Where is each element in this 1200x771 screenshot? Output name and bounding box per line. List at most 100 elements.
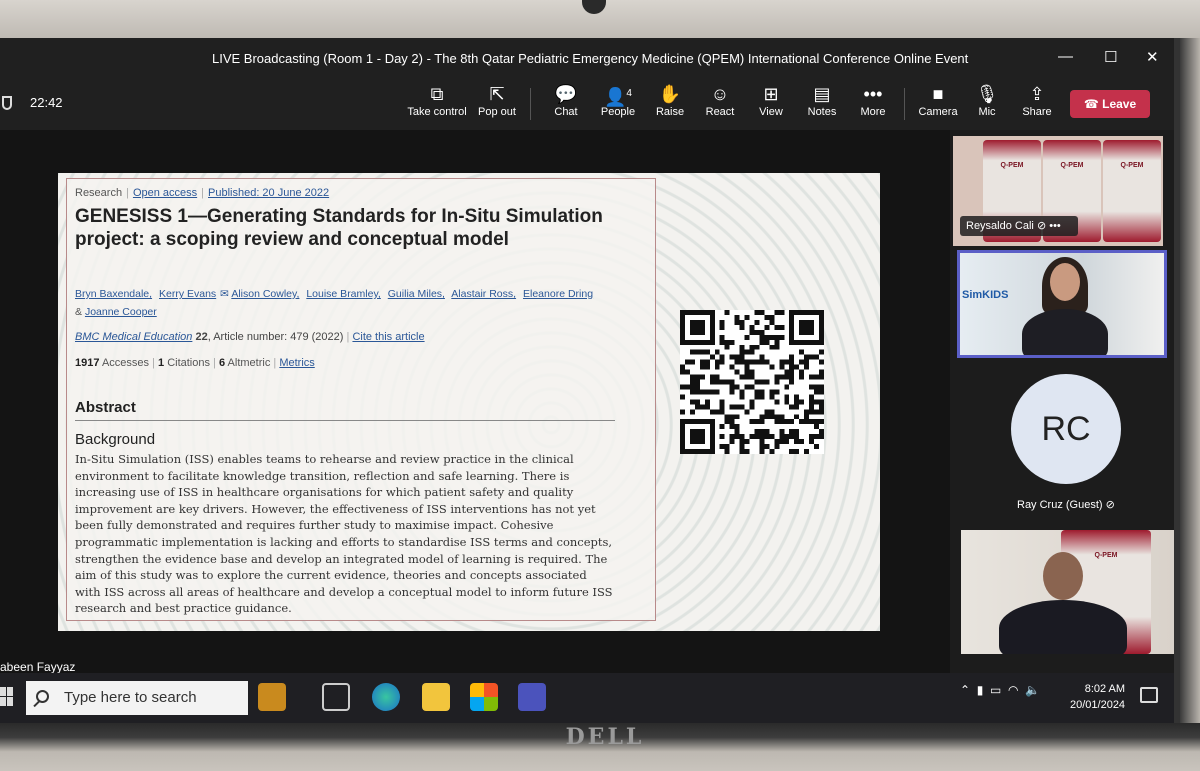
- author-link[interactable]: Guilia Miles,: [388, 288, 445, 300]
- avatar: RC: [1011, 374, 1121, 484]
- meeting-toolbar: 22:42 ⧉ Take control ⇱ Pop out 💬 Chat 👤4…: [0, 78, 1174, 130]
- presenter-name: abeen Fayyaz: [0, 660, 76, 674]
- wifi-icon[interactable]: ◠: [1008, 683, 1018, 697]
- participant-name: Ray Cruz (Guest) ⊘: [1017, 499, 1115, 511]
- mic-muted-icon: ⊘: [1036, 220, 1050, 232]
- hand-icon: ✋: [658, 84, 682, 104]
- journal-link[interactable]: BMC Medical Education: [75, 331, 192, 343]
- camera-icon: ■: [932, 84, 944, 104]
- mic-icon[interactable]: ▮: [977, 683, 984, 697]
- pop-out-button[interactable]: ⇱ Pop out: [474, 82, 520, 126]
- raise-hand-button[interactable]: ✋ Raise: [650, 82, 690, 126]
- author-link[interactable]: Kerry Evans: [159, 288, 216, 300]
- taskbar-search-input[interactable]: Type here to search: [26, 681, 248, 715]
- cite-link[interactable]: Cite this article: [352, 331, 424, 343]
- mic-button[interactable]: 🎙 Mic: [972, 82, 1002, 126]
- ellipsis-icon: •••: [863, 84, 883, 104]
- phone-icon: ☎: [1083, 97, 1103, 111]
- share-icon: ⇪: [1029, 84, 1045, 104]
- file-explorer-icon[interactable]: [422, 683, 450, 711]
- person-face: [1043, 552, 1083, 600]
- system-tray: ⌃ ▮ ▭ ◠ 🔈: [960, 683, 1040, 697]
- grid-icon: ⊞: [763, 84, 779, 104]
- task-view-icon[interactable]: [322, 683, 350, 711]
- taskbar-clock[interactable]: 8:02 AM 20/01/2024: [1070, 681, 1125, 713]
- react-button[interactable]: ☺ React: [702, 82, 738, 126]
- edge-browser-icon[interactable]: [372, 683, 400, 711]
- article-metrics: 1917 Accesses | 1 Citations | 6 Altmetri…: [75, 357, 315, 369]
- briefcase-icon[interactable]: [258, 683, 286, 711]
- take-control-icon: ⧉: [430, 84, 444, 104]
- qr-code: [680, 310, 824, 454]
- meeting-duration: 22:42: [30, 95, 63, 110]
- view-button[interactable]: ⊞ View: [754, 82, 788, 126]
- simkids-logo: SimKIDS: [962, 289, 1009, 301]
- shared-screen-stage: Research | Open access | Published: 20 June …: [0, 130, 950, 695]
- smiley-icon: ☺: [710, 84, 730, 104]
- author-link[interactable]: Bryn Baxendale,: [75, 288, 152, 300]
- participant-video-active-speaker[interactable]: SimKIDS: [957, 250, 1167, 358]
- participant-tile-ray-cruz[interactable]: RC Ray Cruz (Guest) ⊘: [953, 364, 1163, 526]
- people-count: 4: [626, 88, 632, 99]
- author-link[interactable]: Joanne Cooper: [85, 306, 157, 318]
- take-control-button[interactable]: ⧉ Take control: [406, 82, 468, 126]
- journal-info: BMC Medical Education 22, Article number…: [75, 331, 425, 343]
- metrics-link[interactable]: Metrics: [279, 357, 314, 369]
- toolbar-separator: [904, 88, 905, 120]
- chat-button[interactable]: 💬 Chat: [546, 82, 586, 126]
- more-button[interactable]: ••• More: [856, 82, 890, 126]
- chevron-up-icon[interactable]: ⌃: [960, 683, 970, 697]
- participant-video-speaker[interactable]: Q-PEM: [961, 530, 1174, 654]
- author-link[interactable]: Louise Bramley,: [306, 288, 381, 300]
- notes-button[interactable]: ▤ Notes: [804, 82, 840, 126]
- shield-icon: [2, 96, 12, 110]
- article-box: Research | Open access | Published: 20 June …: [66, 178, 656, 621]
- article-title: GENESISS 1—Generating Standards for In-S…: [75, 206, 603, 250]
- share-button[interactable]: ⇪ Share: [1020, 82, 1054, 126]
- author-link[interactable]: Alastair Ross,: [451, 288, 516, 300]
- article-meta: Research | Open access | Published: 20 June …: [75, 187, 330, 199]
- person-face: [1050, 263, 1080, 301]
- teams-icon[interactable]: [518, 683, 546, 711]
- windows-start-icon[interactable]: [0, 687, 14, 707]
- camera-button[interactable]: ■ Camera: [916, 82, 960, 126]
- background-heading: Background: [75, 431, 156, 448]
- author-list: Bryn Baxendale, Kerry Evans ✉ Alison Cowl…: [75, 288, 594, 318]
- leave-button[interactable]: ☎ Leave: [1070, 90, 1150, 118]
- chat-icon: 💬: [554, 84, 578, 104]
- windows-taskbar: Type here to search ⌃ ▮ ▭ ◠ 🔈 8:02 AM 20…: [0, 673, 1174, 723]
- participant-more-icon[interactable]: •••: [1049, 220, 1061, 232]
- person-body: [999, 600, 1127, 654]
- mic-muted-icon: 🎙: [975, 84, 999, 104]
- author-link[interactable]: Alison Cowley,: [231, 288, 299, 300]
- toolbar-separator: [530, 88, 531, 120]
- minimize-button[interactable]: —: [1058, 48, 1073, 65]
- open-access-link[interactable]: Open access: [133, 187, 197, 199]
- pop-out-icon: ⇱: [489, 84, 505, 104]
- notification-icon[interactable]: [1140, 687, 1158, 703]
- author-link[interactable]: Eleanore Dring: [523, 288, 593, 300]
- published-date[interactable]: Published: 20 June 2022: [208, 187, 329, 199]
- laptop-screen: LIVE Broadcasting (Room 1 - Day 2) - The…: [0, 38, 1180, 723]
- people-icon: 👤4: [604, 87, 632, 107]
- email-icon: ✉: [220, 288, 232, 300]
- battery-icon[interactable]: ▭: [990, 683, 1001, 697]
- mic-muted-icon: ⊘: [1105, 499, 1115, 511]
- person-body: [1022, 309, 1108, 355]
- maximize-button[interactable]: ☐: [1104, 48, 1117, 66]
- store-icon[interactable]: [470, 683, 498, 711]
- shared-slide: Research | Open access | Published: 20 June …: [58, 173, 880, 631]
- abstract-heading: Abstract: [75, 399, 615, 421]
- window-title-bar: LIVE Broadcasting (Room 1 - Day 2) - The…: [0, 38, 1174, 78]
- laptop-bezel-right: [1180, 38, 1200, 723]
- abstract-text: In-Situ Simulation (ISS) enables teams t…: [75, 452, 613, 616]
- window-title: LIVE Broadcasting (Room 1 - Day 2) - The…: [212, 51, 969, 66]
- conference-banner: Q-PEM: [1103, 140, 1161, 242]
- dell-logo: DELL: [565, 724, 645, 750]
- people-button[interactable]: 👤4 People: [598, 82, 638, 126]
- notes-icon: ▤: [813, 84, 831, 104]
- volume-icon[interactable]: 🔈: [1025, 683, 1040, 697]
- close-window-button[interactable]: ✕: [1146, 48, 1159, 66]
- participant-name-tag: Reysaldo Cali ⊘ •••: [960, 216, 1078, 236]
- search-icon: [36, 690, 49, 703]
